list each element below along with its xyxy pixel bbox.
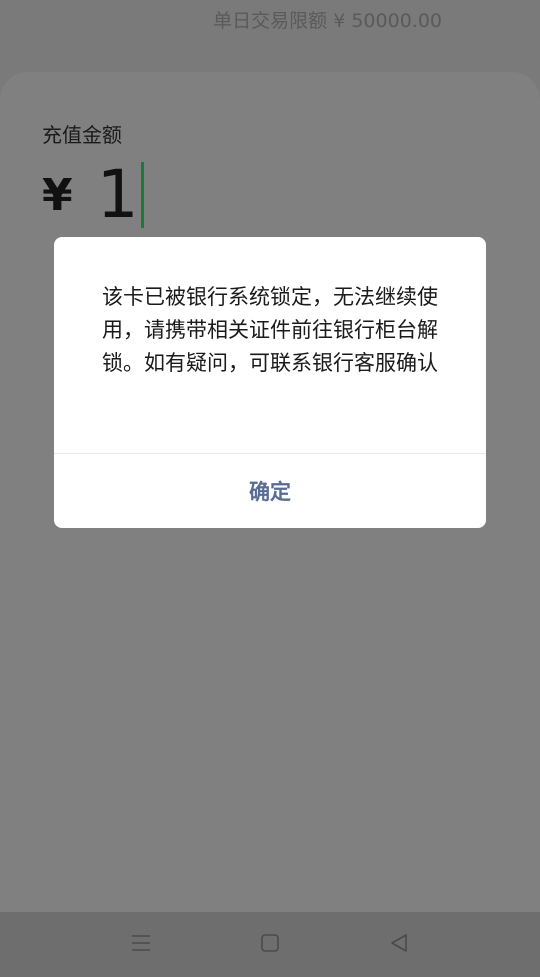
text-caret	[140, 162, 144, 228]
confirm-button[interactable]: 确定	[54, 454, 486, 528]
amount-value: 1	[96, 156, 139, 233]
daily-limit-text: 单日交易限额 ¥ 50000.00	[213, 10, 442, 32]
back-icon	[389, 933, 409, 957]
card-locked-dialog: 该卡已被银行系统锁定，无法继续使用，请携带相关证件前往银行柜台解锁。如有疑问，可…	[54, 237, 486, 528]
recharge-amount-label: 充值金额	[42, 123, 122, 147]
home-button[interactable]	[254, 929, 286, 961]
system-navigation-bar	[0, 912, 540, 977]
dialog-message: 该卡已被银行系统锁定，无法继续使用，请携带相关证件前往银行柜台解锁。如有疑问，可…	[102, 285, 438, 375]
menu-button[interactable]	[125, 929, 157, 961]
back-button[interactable]	[383, 929, 415, 961]
menu-icon	[130, 933, 152, 957]
home-icon	[260, 933, 280, 957]
amount-input[interactable]: ¥ 1	[42, 160, 144, 230]
currency-symbol: ¥	[42, 169, 73, 221]
